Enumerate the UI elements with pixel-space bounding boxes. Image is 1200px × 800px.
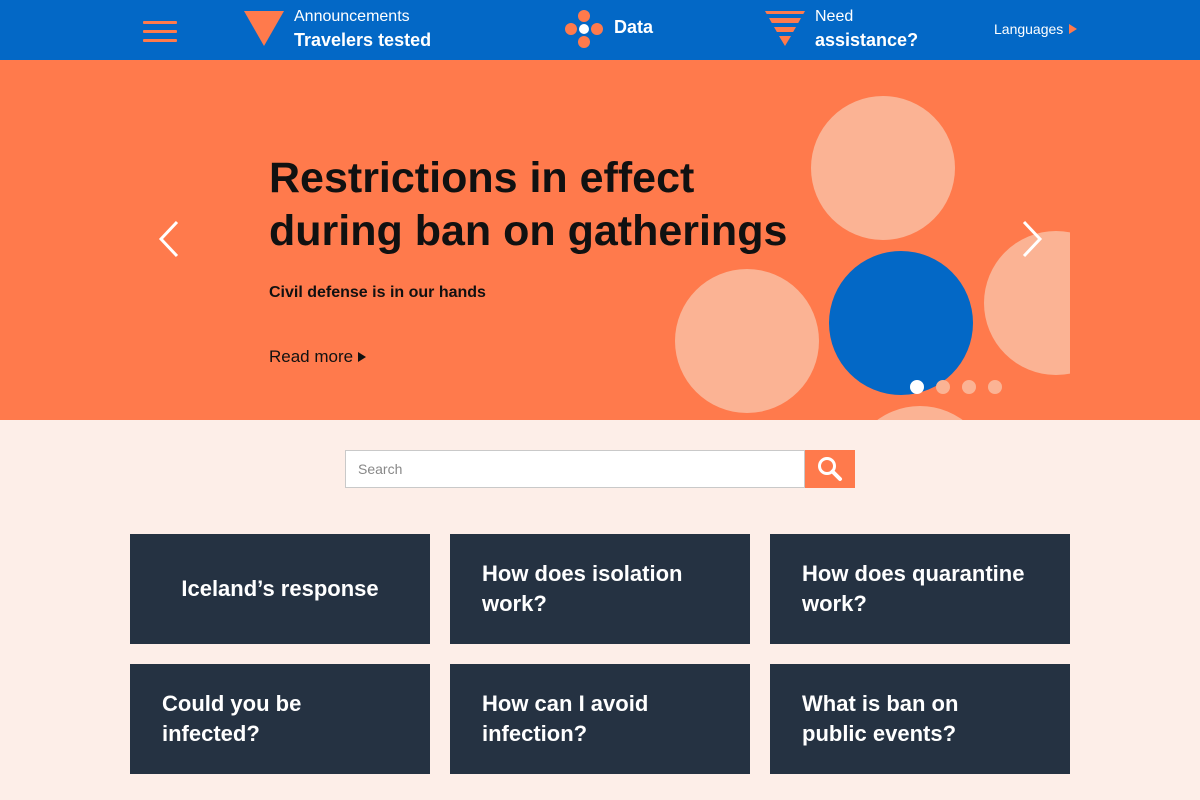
hero-subtitle: Civil defense is in our hands <box>269 284 486 301</box>
carousel-dot-4[interactable] <box>988 380 1002 394</box>
play-arrow-icon <box>1069 24 1078 34</box>
data-dots-icon <box>565 10 603 48</box>
need-label: Need <box>815 8 854 25</box>
card-label: Iceland’s response <box>181 576 379 601</box>
search-input[interactable] <box>345 450 805 488</box>
hero-title-line-2: during ban on gatherings <box>269 207 788 255</box>
triangle-down-icon <box>244 11 284 46</box>
search-icon <box>818 457 842 481</box>
hero-title-line-1: Restrictions in effect <box>269 154 695 202</box>
card-could-you-be-infected[interactable]: Could you be infected? <box>130 664 430 774</box>
assistance-label: assistance? <box>815 30 919 50</box>
card-quarantine[interactable]: How does quarantine work? <box>770 534 1070 644</box>
announcements-label: Announcements <box>294 8 410 25</box>
search-button[interactable] <box>805 450 855 488</box>
hero-carousel: Restrictions in effect during ban on gat… <box>0 60 1200 420</box>
carousel-dot-1[interactable] <box>910 380 924 394</box>
need-assistance-link[interactable]: Need assistance? <box>765 0 935 60</box>
read-more-link[interactable]: Read more <box>269 347 367 367</box>
card-label: How does quarantine work? <box>802 561 1025 616</box>
travelers-tested-label: Travelers tested <box>294 30 432 50</box>
announcements-link[interactable]: Announcements Travelers tested <box>244 0 444 60</box>
languages-label: Languages <box>994 21 1064 37</box>
carousel-dot-2[interactable] <box>936 380 950 394</box>
languages-link[interactable]: Languages <box>994 21 1078 37</box>
play-arrow-icon <box>358 352 367 362</box>
data-link[interactable]: Data <box>564 0 664 60</box>
hamburger-menu-icon[interactable] <box>143 21 177 43</box>
chevron-right-icon[interactable] <box>1016 218 1046 260</box>
card-label: What is ban on public events? <box>802 691 959 746</box>
chevron-left-icon[interactable] <box>155 218 185 260</box>
read-more-label: Read more <box>269 347 354 366</box>
carousel-dot-3[interactable] <box>962 380 976 394</box>
data-label: Data <box>614 17 654 37</box>
card-label: Could you be infected? <box>162 691 302 746</box>
card-label: How can I avoid infection? <box>482 691 649 746</box>
card-avoid-infection[interactable]: How can I avoid infection? <box>450 664 750 774</box>
card-label: How does isolation work? <box>482 561 683 616</box>
hero-title: Restrictions in effect during ban on gat… <box>269 152 829 258</box>
card-ban-on-public-events[interactable]: What is ban on public events? <box>770 664 1070 774</box>
search-bar <box>345 450 855 488</box>
top-navigation-bar: Announcements Travelers tested Data Need… <box>0 0 1200 60</box>
assistance-funnel-icon <box>765 11 805 46</box>
card-isolation[interactable]: How does isolation work? <box>450 534 750 644</box>
card-icelands-response[interactable]: Iceland’s response <box>130 534 430 644</box>
